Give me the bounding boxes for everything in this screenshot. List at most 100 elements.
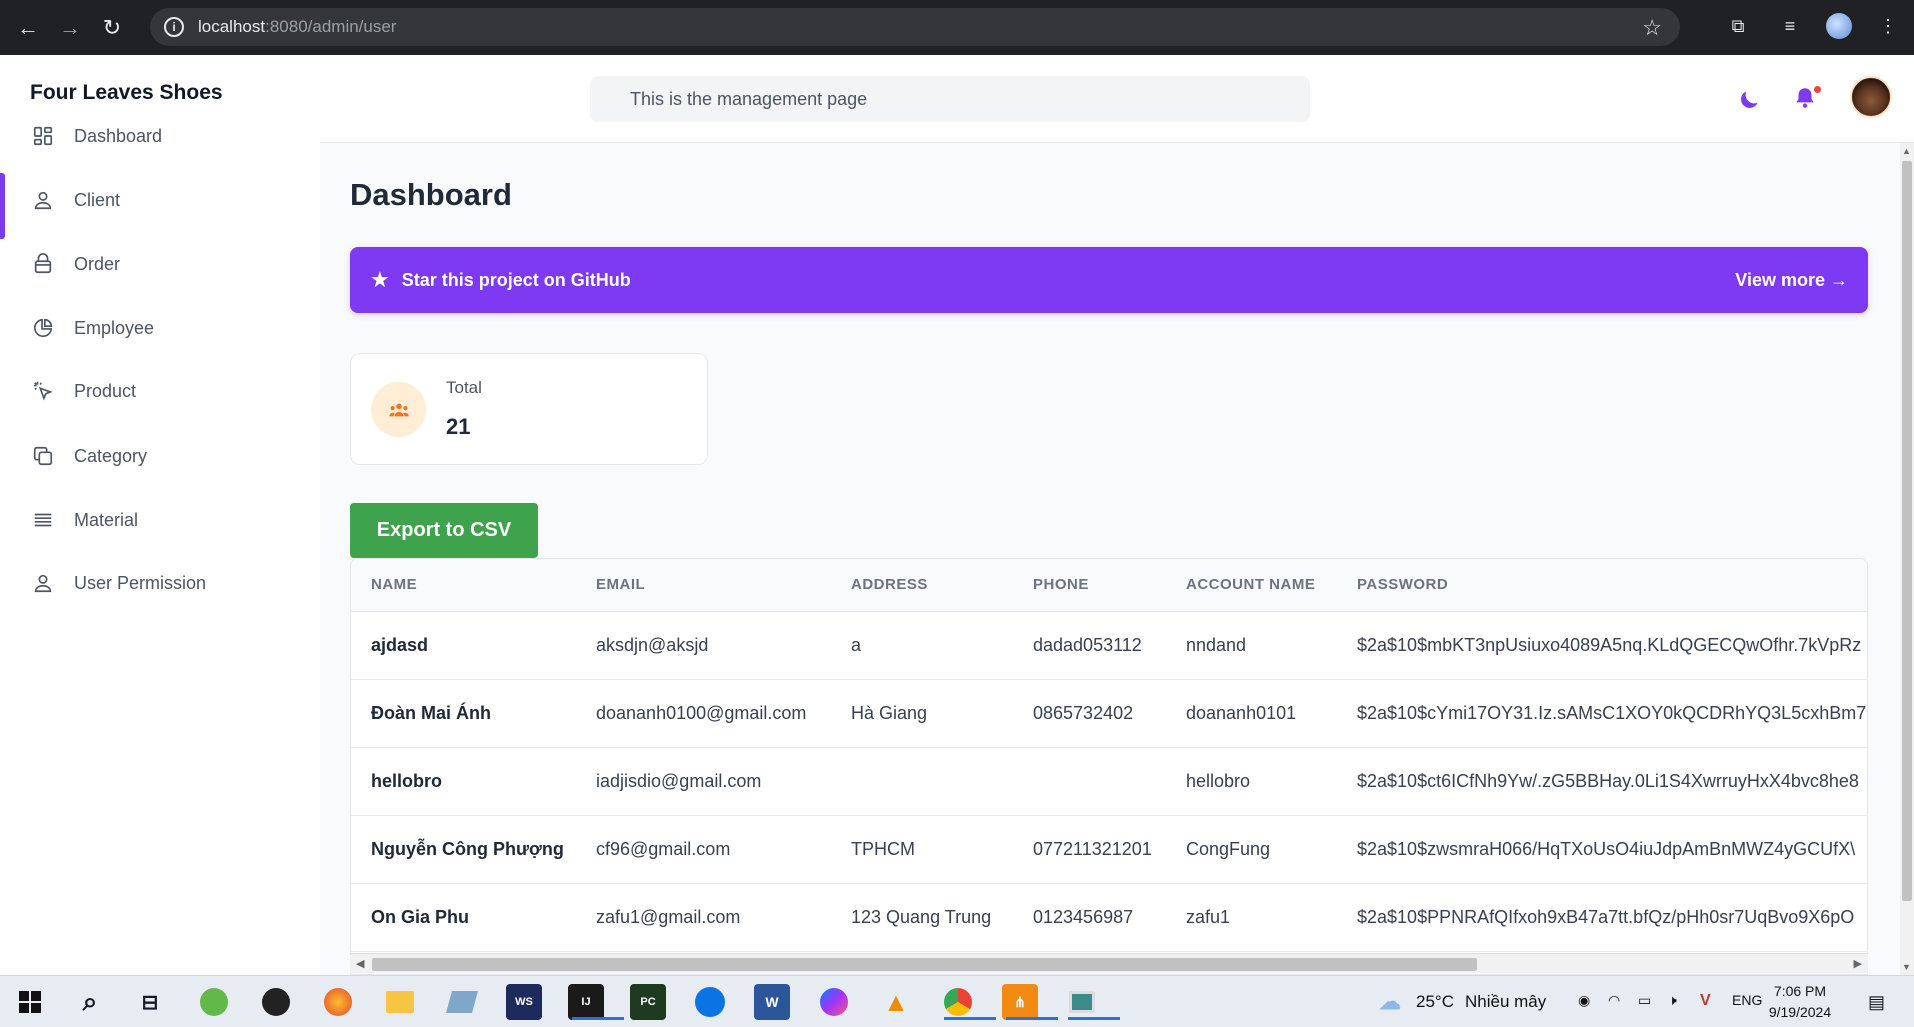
- obs-icon[interactable]: [258, 984, 294, 1020]
- unikey-icon[interactable]: V: [1700, 992, 1711, 1010]
- weather-desc[interactable]: Nhiều mây: [1465, 992, 1546, 1012]
- table-row[interactable]: Nguyễn Công Phượng cf96@gmail.com TPHCM …: [351, 815, 1867, 884]
- word-icon[interactable]: W: [754, 984, 790, 1020]
- search-icon[interactable]: ⌕: [72, 984, 108, 1020]
- main-content: Dashboard ★ Star this project on GitHub …: [320, 143, 1900, 975]
- app-green-icon[interactable]: [196, 984, 232, 1020]
- cell-name: Đoàn Mai Ánh: [351, 679, 576, 748]
- sidebar-item-label: Category: [74, 445, 148, 466]
- brand-title[interactable]: Four Leaves Shoes: [30, 81, 223, 105]
- task-view-icon[interactable]: ⊟: [132, 984, 168, 1020]
- sidebar-item-product[interactable]: Product: [0, 368, 320, 414]
- table-row[interactable]: hellobro iadjisdio@gmail.com hellobro $2…: [351, 747, 1867, 816]
- cell-account-name: hellobro: [1166, 747, 1337, 816]
- copy-icon: [30, 443, 56, 469]
- sidebar-item-order[interactable]: Order: [0, 241, 320, 287]
- taskbar: ⌕ ⊟ WS IJ PC W ▲ ⋔ ☁ 25°C Nhiều mây ◉ ◠ …: [0, 975, 1914, 1027]
- reload-icon[interactable]: ↻: [94, 10, 130, 46]
- site-info-icon[interactable]: i: [164, 17, 184, 37]
- export-csv-button[interactable]: Export to CSV: [350, 503, 538, 558]
- pie-chart-icon: [30, 315, 56, 341]
- webstorm-icon[interactable]: WS: [506, 984, 542, 1020]
- menu-lines-icon: [30, 507, 56, 533]
- sidebar-item-user-permission[interactable]: User Permission: [0, 560, 320, 606]
- volume-icon[interactable]: 🕨: [1668, 992, 1677, 1009]
- drawio-icon[interactable]: ⋔: [1002, 984, 1058, 1020]
- back-icon[interactable]: ←: [10, 10, 46, 46]
- sidebar-item-label: Dashboard: [74, 125, 163, 146]
- notification-center-icon[interactable]: ▤: [1868, 992, 1885, 1013]
- moon-icon[interactable]: [1736, 87, 1762, 113]
- stat-label: Total: [446, 378, 482, 397]
- scrollbar-thumb[interactable]: [372, 958, 1477, 971]
- column-header: NAME: [351, 559, 576, 612]
- sidebar-item-category[interactable]: Category: [0, 433, 320, 479]
- banner-text: Star this project on GitHub: [401, 269, 631, 290]
- sidebar-item-employee[interactable]: Employee: [0, 305, 320, 351]
- column-header: PHONE: [1013, 559, 1166, 612]
- cell-name: hellobro: [351, 747, 576, 816]
- vertical-scrollbar[interactable]: ▲ ▼: [1900, 143, 1914, 975]
- table-row[interactable]: On Gia Phu zafu1@gmail.com 123 Quang Tru…: [351, 883, 1867, 952]
- media-control-icon[interactable]: ≡: [1774, 10, 1806, 42]
- weather-temp[interactable]: 25°C: [1416, 992, 1454, 1012]
- cell-phone: 0865732402: [1013, 679, 1166, 748]
- top-header: This is the management page: [320, 55, 1914, 143]
- extensions-icon[interactable]: ⧉: [1722, 10, 1754, 42]
- cell-name: On Gia Phu: [351, 883, 576, 952]
- zalo-icon[interactable]: [692, 984, 728, 1020]
- messenger-icon[interactable]: [816, 984, 852, 1020]
- table-row[interactable]: ajdasd aksdjn@aksjd a dadad053112 nndand…: [351, 611, 1867, 680]
- stat-card-total: Total 21: [350, 353, 708, 465]
- intellij-icon[interactable]: IJ: [568, 984, 624, 1020]
- address-bar[interactable]: i localhost:8080/admin/user ☆: [150, 8, 1680, 46]
- users-table-container: NAME EMAIL ADDRESS PHONE ACCOUNT NAME PA…: [350, 558, 1868, 975]
- cursor-click-icon: [30, 378, 56, 404]
- sidebar-item-material[interactable]: Material: [0, 497, 320, 543]
- bookmark-star-icon[interactable]: ☆: [1642, 15, 1662, 41]
- horizontal-scrollbar[interactable]: ◀ ▶: [350, 953, 1868, 973]
- search-input[interactable]: This is the management page: [590, 76, 1310, 122]
- windows-start-icon[interactable]: [12, 984, 48, 1020]
- table-row[interactable]: Đoàn Mai Ánh doananh0100@gmail.com Hà Gi…: [351, 679, 1867, 748]
- firefox-icon[interactable]: [320, 984, 356, 1020]
- scroll-up-icon[interactable]: ▲: [1902, 146, 1911, 156]
- clock-date: 9/19/2024: [1768, 1004, 1832, 1020]
- cell-email: cf96@gmail.com: [576, 815, 831, 884]
- wifi-icon[interactable]: ◠: [1608, 992, 1620, 1009]
- scrollbar-thumb[interactable]: [1902, 161, 1912, 901]
- github-banner[interactable]: ★ Star this project on GitHub View more …: [350, 247, 1868, 313]
- clock[interactable]: 7:06 PM 9/19/2024: [1760, 981, 1840, 1023]
- cell-password: $2a$10$zwsmraH066/HqTXoUsO4iuJdpAmBnMWZ4…: [1337, 815, 1867, 884]
- scroll-left-icon[interactable]: ◀: [356, 957, 364, 970]
- scroll-down-icon[interactable]: ▼: [1902, 962, 1911, 972]
- sidebar-item-label: Product: [74, 380, 137, 401]
- vlc-icon[interactable]: ▲: [878, 984, 914, 1020]
- language-indicator[interactable]: ENG: [1732, 992, 1762, 1008]
- pycharm-icon[interactable]: PC: [630, 984, 666, 1020]
- stat-value: 21: [446, 414, 471, 439]
- column-header: PASSWORD: [1337, 559, 1867, 612]
- battery-icon[interactable]: ▭: [1638, 992, 1651, 1009]
- forward-icon[interactable]: →: [52, 10, 88, 46]
- users-group-icon: [371, 382, 426, 437]
- cell-email: aksdjn@aksjd: [576, 611, 831, 680]
- app-window-icon[interactable]: [1064, 984, 1120, 1020]
- tray-zalo-icon[interactable]: ◉: [1578, 992, 1590, 1009]
- file-explorer-icon[interactable]: [382, 984, 418, 1020]
- more-menu-icon[interactable]: ⋮: [1872, 10, 1904, 42]
- cell-address: 123 Quang Trung: [831, 883, 1013, 952]
- avatar[interactable]: [1850, 76, 1892, 118]
- app-notes-icon[interactable]: [444, 984, 480, 1020]
- cell-email: doananh0100@gmail.com: [576, 679, 831, 748]
- sidebar-item-label: Material: [74, 509, 139, 530]
- chrome-icon[interactable]: [940, 984, 996, 1020]
- profile-avatar-icon[interactable]: [1826, 13, 1852, 39]
- cell-password: $2a$10$PPNRAfQIfxoh9xB47a7tt.bfQz/pHh0sr…: [1337, 883, 1867, 952]
- url-path: :8080/admin/user: [265, 17, 397, 36]
- view-more-link[interactable]: View more →: [1735, 270, 1848, 291]
- weather-cloud-icon[interactable]: ☁: [1372, 984, 1408, 1020]
- sidebar-item-client[interactable]: Client: [0, 173, 320, 239]
- sidebar-item-dashboard[interactable]: Dashboard: [0, 113, 320, 159]
- scroll-right-icon[interactable]: ▶: [1854, 957, 1862, 970]
